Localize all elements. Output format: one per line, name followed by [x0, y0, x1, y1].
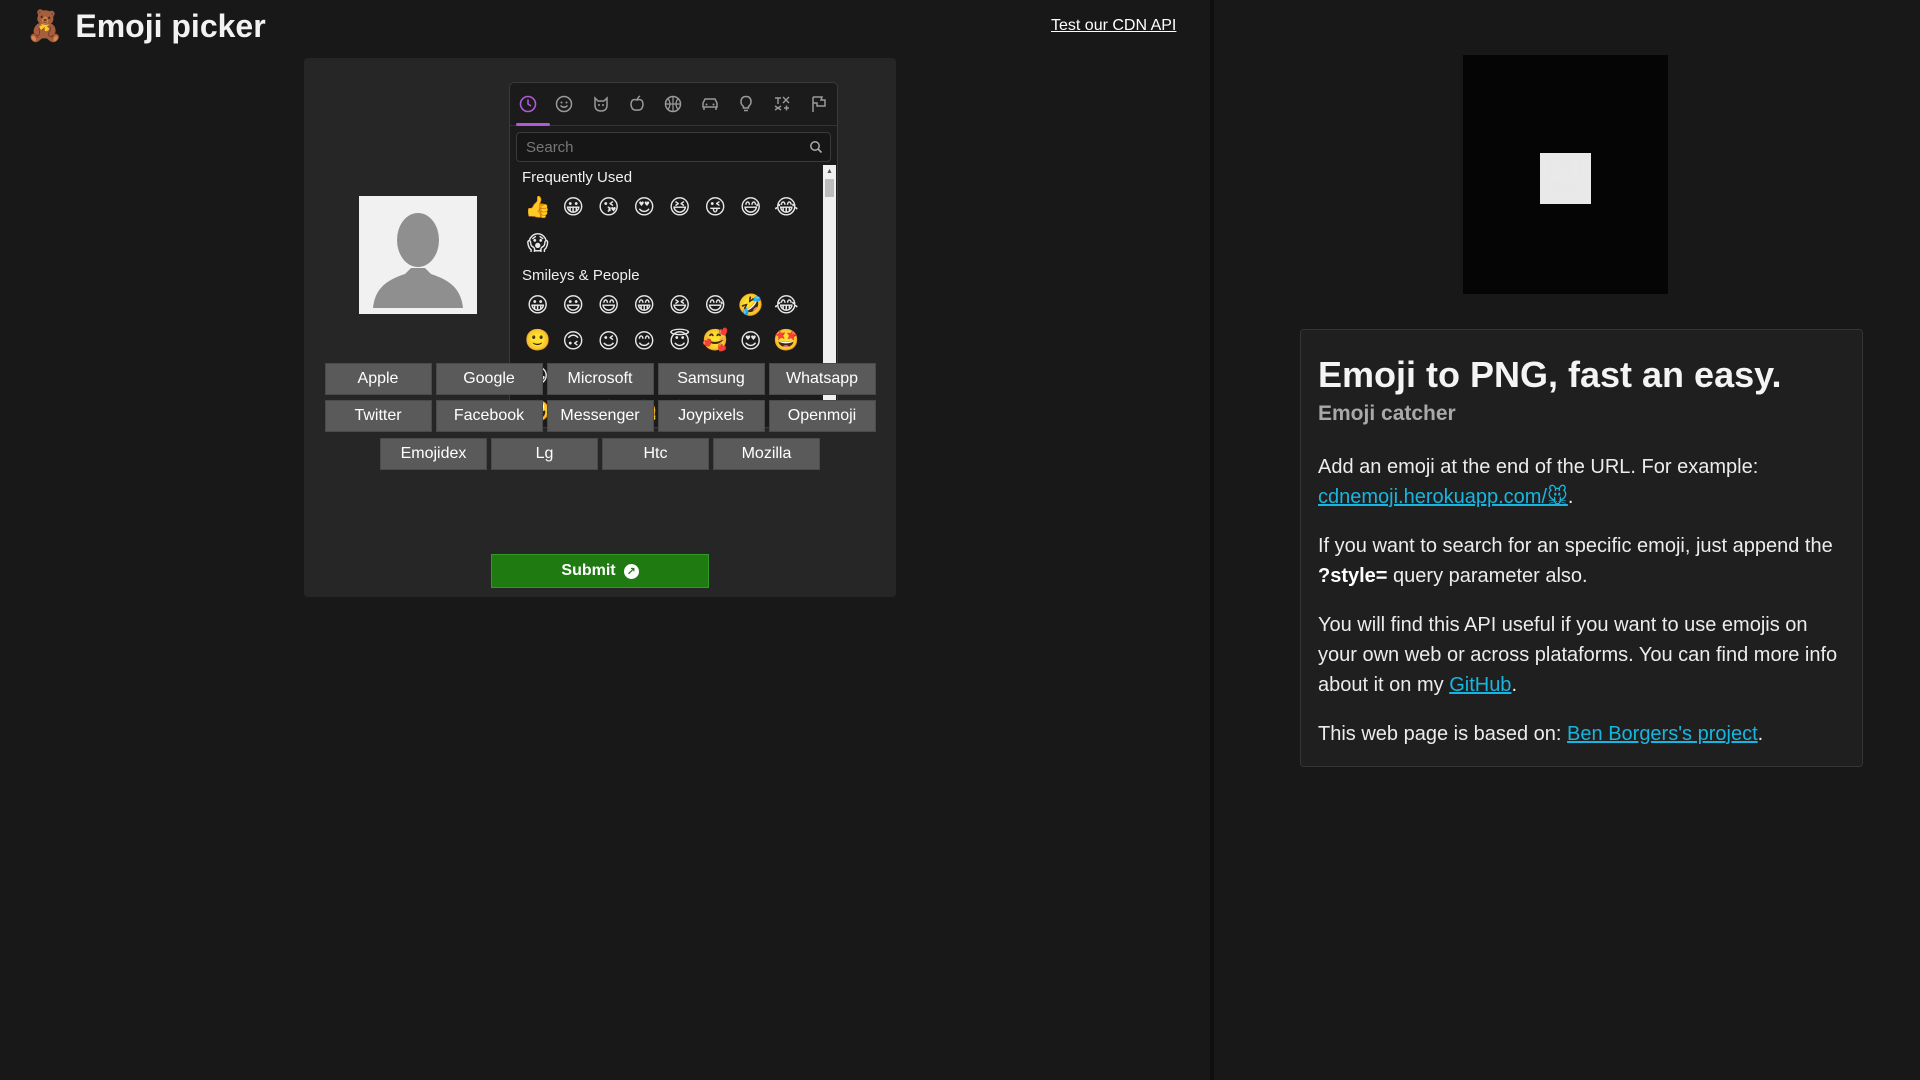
style-button-mozilla[interactable]: Mozilla	[713, 438, 820, 470]
emoji-cell[interactable]: 😇	[662, 324, 698, 360]
emoji-cell[interactable]: 😉	[591, 324, 627, 360]
emoji-cell[interactable]: 😂	[769, 190, 805, 226]
cdn-example-link[interactable]: cdnemoji.herokuapp.com/🐭	[1318, 486, 1568, 508]
emoji-cell[interactable]: 🙂	[520, 324, 556, 360]
scroll-up-arrow-icon[interactable]: ▲	[823, 165, 836, 177]
arrow-up-right-icon: ↗	[623, 563, 639, 579]
info-paragraph-style: If you want to search for an specific em…	[1318, 535, 1833, 587]
emoji-cell[interactable]: 🤣	[733, 288, 769, 324]
emoji-cell[interactable]: 😂	[769, 288, 805, 324]
style-button-apple[interactable]: Apple	[324, 363, 432, 395]
style-button-microsoft[interactable]: Microsoft	[546, 363, 654, 395]
style-param-code: ?style=	[1318, 565, 1388, 587]
app-title: Emoji picker	[75, 8, 266, 44]
emoji-cell[interactable]: 😜	[698, 190, 734, 226]
emoji-grid-frequently-used: 👍 😀 😘 😍 😆 😜 😅 😂 😱	[520, 190, 823, 261]
column-divider	[1210, 0, 1214, 1080]
info-paragraph-url: Add an emoji at the end of the URL. For …	[1318, 456, 1759, 508]
emoji-picker-card: Frequently Used 👍😀😘😍😆😜😅😂😱 Smileys & Peop…	[304, 58, 896, 597]
info-card: Emoji to PNG, fast an easy. Emoji catche…	[1300, 329, 1863, 767]
activity-icon	[665, 95, 682, 113]
search-icon	[810, 141, 823, 154]
tab-recent[interactable]	[510, 83, 546, 125]
tab-travel[interactable]	[692, 83, 728, 125]
animals-icon	[594, 96, 608, 112]
style-button-joypixels[interactable]: Joypixels	[657, 400, 765, 432]
category-tabs	[510, 83, 837, 126]
submit-button[interactable]: Submit ↗	[491, 554, 709, 588]
tab-objects[interactable]	[728, 83, 764, 125]
style-button-facebook[interactable]: Facebook	[435, 400, 543, 432]
emoji-cell[interactable]: 😆	[662, 288, 698, 324]
tab-activity[interactable]	[655, 83, 691, 125]
style-button-google[interactable]: Google	[435, 363, 543, 395]
emoji-cell[interactable]: 😄	[591, 288, 627, 324]
info-heading: Emoji to PNG, fast an easy.	[1318, 354, 1782, 395]
preview-emoji-image: 🐭	[1540, 153, 1591, 204]
emoji-preview: 🐭	[1463, 55, 1668, 294]
style-button-lg[interactable]: Lg	[491, 438, 598, 470]
emoji-cell[interactable]: 👍	[520, 190, 556, 226]
tab-food[interactable]	[619, 83, 655, 125]
section-label-smileys-people: Smileys & People	[522, 267, 640, 284]
cdn-api-link[interactable]: Test our CDN API	[1051, 17, 1176, 35]
style-button-htc[interactable]: Htc	[602, 438, 709, 470]
info-paragraph-usage: You will find this API useful if you wan…	[1318, 614, 1838, 696]
info-subheading: Emoji catcher	[1318, 402, 1456, 425]
app-logo: 🧸 Emoji picker	[26, 8, 266, 45]
flags-icon	[812, 96, 826, 112]
food-icon	[630, 95, 644, 111]
emoji-cell[interactable]: 😍	[627, 190, 663, 226]
objects-icon	[740, 95, 752, 112]
teddy-bear-icon: 🧸	[26, 9, 64, 43]
person-silhouette-icon	[359, 196, 477, 314]
info-paragraph-credits: This web page is based on: Ben Borgers's…	[1318, 723, 1764, 745]
tab-animals[interactable]	[583, 83, 619, 125]
avatar-placeholder	[359, 196, 477, 314]
tab-flags[interactable]	[801, 83, 837, 125]
style-button-messenger[interactable]: Messenger	[546, 400, 654, 432]
emoji-cell[interactable]: 🤩	[769, 324, 805, 360]
section-label-frequently-used: Frequently Used	[522, 169, 633, 186]
emoji-cell[interactable]: 😍	[733, 324, 769, 360]
style-button-twitter[interactable]: Twitter	[324, 400, 432, 432]
emoji-cell[interactable]: 😆	[662, 190, 698, 226]
search-bar	[516, 132, 831, 162]
emoji-cell[interactable]: 😀	[520, 288, 556, 324]
emoji-cell[interactable]: 😀	[556, 190, 592, 226]
recent-icon	[519, 95, 537, 113]
emoji-cell[interactable]: 😊	[627, 324, 663, 360]
emoji-cell[interactable]: 😱	[520, 226, 556, 262]
emoji-search-input[interactable]	[516, 132, 831, 162]
travel-icon	[702, 98, 718, 110]
emoji-cell[interactable]: 😘	[591, 190, 627, 226]
style-buttons-row-3: Emojidex Lg Htc Mozilla	[304, 438, 896, 470]
symbols-icon	[775, 96, 790, 111]
style-buttons-row-2: Twitter Facebook Messenger Joypixels Ope…	[304, 400, 896, 432]
style-button-emojidex[interactable]: Emojidex	[380, 438, 487, 470]
emoji-cell[interactable]: 🙃	[556, 324, 592, 360]
scrollbar-thumb[interactable]	[825, 179, 834, 197]
style-button-openmoji[interactable]: Openmoji	[768, 400, 876, 432]
submit-label: Submit	[561, 562, 616, 579]
tab-smileys[interactable]	[546, 83, 582, 125]
smileys-icon	[556, 95, 573, 113]
emoji-cell[interactable]: 😃	[556, 288, 592, 324]
emoji-cell[interactable]: 🥰	[698, 324, 734, 360]
emoji-cell[interactable]: 😅	[733, 190, 769, 226]
active-tab-indicator	[516, 123, 550, 126]
tab-symbols[interactable]	[764, 83, 800, 125]
emoji-cell[interactable]: 😅	[698, 288, 734, 324]
style-button-whatsapp[interactable]: Whatsapp	[768, 363, 876, 395]
ben-borgers-project-link[interactable]: Ben Borgers's project	[1567, 723, 1758, 745]
github-link[interactable]: GitHub	[1449, 674, 1511, 696]
style-buttons-row-1: Apple Google Microsoft Samsung Whatsapp	[304, 363, 896, 395]
emoji-cell[interactable]: 😁	[627, 288, 663, 324]
style-button-samsung[interactable]: Samsung	[657, 363, 765, 395]
